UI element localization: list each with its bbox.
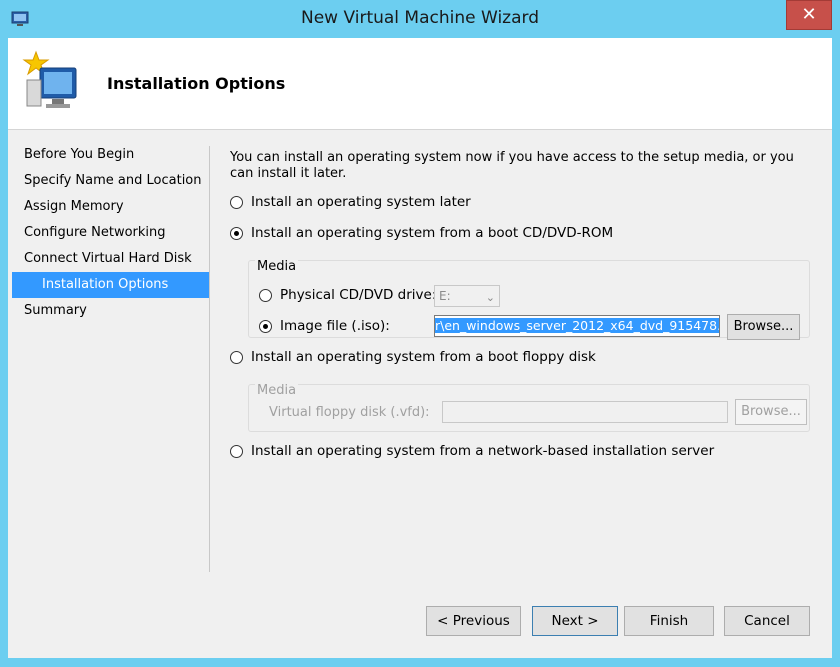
radio-button[interactable] — [230, 350, 243, 364]
installation-options-panel: You can install an operating system now … — [230, 150, 820, 459]
radio-physical-drive[interactable]: Physical CD/DVD drive: — [259, 285, 436, 305]
nav-step-configure-networking[interactable]: Configure Networking — [8, 220, 210, 246]
radio-image-file[interactable]: Image file (.iso): — [259, 316, 390, 336]
nav-step-installation-options[interactable]: Installation Options — [12, 272, 210, 298]
radio-button-selected[interactable] — [230, 226, 243, 240]
close-icon: ✕ — [801, 4, 817, 25]
chevron-down-icon: ⌄ — [485, 291, 495, 304]
physical-drive-select[interactable]: E: ⌄ — [434, 285, 500, 307]
radio-label: Install an operating system from a boot … — [251, 349, 596, 365]
page-title: Installation Options — [107, 74, 286, 93]
radio-label: Physical CD/DVD drive: — [280, 287, 437, 303]
cd-media-group: Media Physical CD/DVD drive: E: ⌄ Image … — [248, 259, 810, 340]
browse-iso-button[interactable]: Browse... — [727, 314, 800, 340]
finish-button[interactable]: Finish — [624, 606, 714, 636]
wizard-client-area: Installation Options Before You Begin Sp… — [8, 38, 832, 658]
floppy-media-group: Media Virtual floppy disk (.vfd): Browse… — [248, 383, 810, 432]
radio-button[interactable] — [230, 195, 243, 209]
nav-step-assign-memory[interactable]: Assign Memory — [8, 194, 210, 220]
radio-install-from-cd[interactable]: Install an operating system from a boot … — [230, 223, 613, 243]
image-file-path-value: r\en_windows_server_2012_x64_dvd_915478.… — [435, 318, 719, 333]
nav-step-before-you-begin[interactable]: Before You Begin — [8, 142, 210, 168]
browse-vfd-button[interactable]: Browse... — [735, 399, 807, 425]
nav-step-summary[interactable]: Summary — [8, 298, 210, 324]
radio-button-selected[interactable] — [259, 319, 272, 333]
intro-text: You can install an operating system now … — [230, 150, 794, 181]
nav-step-specify-name[interactable]: Specify Name and Location — [8, 168, 210, 194]
group-label: Media — [255, 383, 299, 398]
nav-divider — [209, 146, 210, 572]
radio-label: Image file (.iso): — [280, 318, 390, 334]
vfd-path-input[interactable] — [442, 401, 728, 423]
radio-install-from-network[interactable]: Install an operating system from a netwo… — [230, 441, 714, 461]
radio-button[interactable] — [259, 288, 272, 302]
close-button[interactable]: ✕ — [786, 0, 832, 30]
radio-label: Install an operating system from a netwo… — [251, 443, 715, 459]
radio-install-later[interactable]: Install an operating system later — [230, 192, 471, 212]
vfd-label: Virtual floppy disk (.vfd): — [269, 405, 430, 420]
title-bar: New Virtual Machine Wizard ✕ — [0, 0, 840, 38]
virtual-machine-wizard-icon — [22, 50, 77, 108]
image-file-path-input[interactable]: r\en_windows_server_2012_x64_dvd_915478.… — [434, 315, 720, 337]
nav-step-connect-vhd[interactable]: Connect Virtual Hard Disk — [8, 246, 210, 272]
cancel-button[interactable]: Cancel — [724, 606, 810, 636]
wizard-window: New Virtual Machine Wizard ✕ Installatio… — [0, 0, 840, 667]
group-label: Media — [255, 259, 299, 274]
previous-button[interactable]: < Previous — [426, 606, 521, 636]
wizard-header: Installation Options — [8, 38, 832, 130]
wizard-step-nav: Before You Begin Specify Name and Locati… — [8, 142, 210, 324]
radio-label: Install an operating system later — [251, 194, 471, 210]
window-title: New Virtual Machine Wizard — [301, 8, 539, 28]
next-button[interactable]: Next > — [532, 606, 618, 636]
radio-install-from-floppy[interactable]: Install an operating system from a boot … — [230, 347, 596, 367]
radio-label: Install an operating system from a boot … — [251, 225, 614, 241]
select-value: E: — [439, 289, 451, 303]
radio-button[interactable] — [230, 444, 243, 458]
